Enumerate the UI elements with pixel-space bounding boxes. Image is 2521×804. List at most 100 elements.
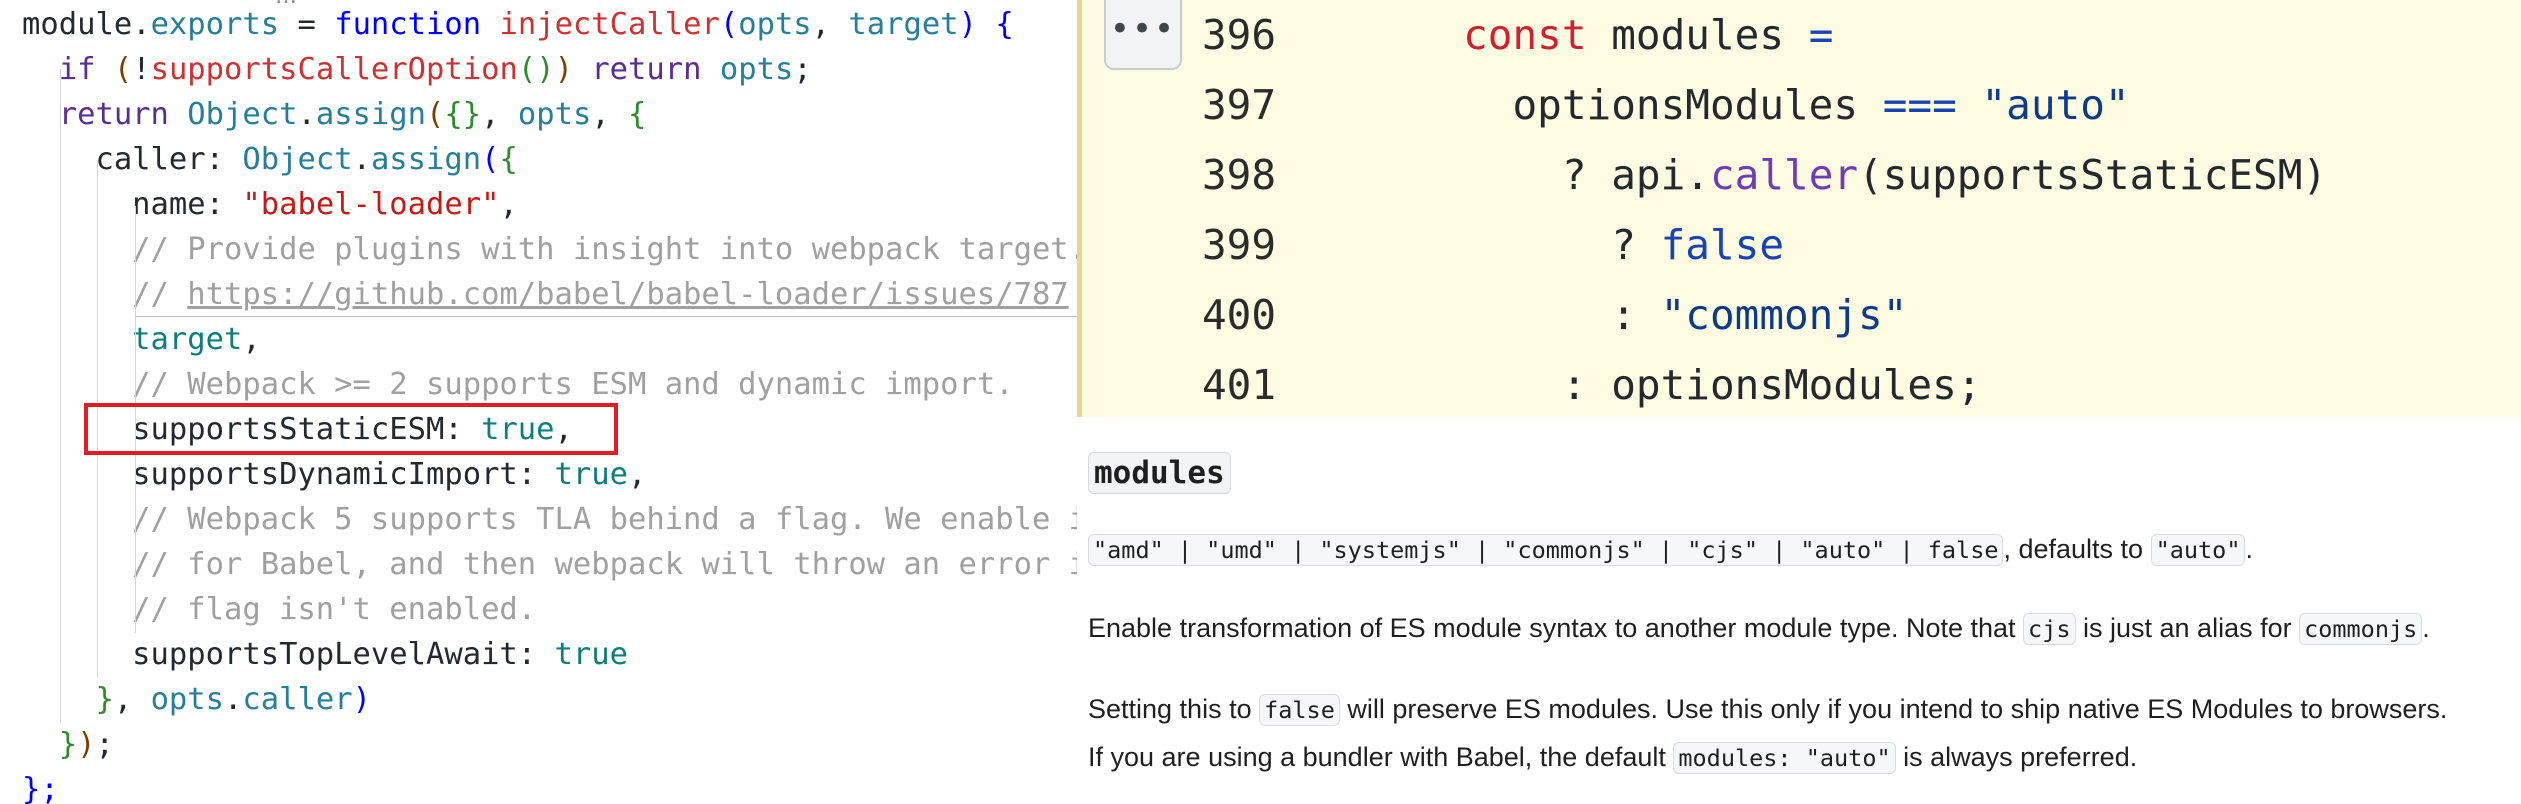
code-token: ? api. <box>1315 151 1710 199</box>
code-text: : "commonjs" <box>1315 280 1907 350</box>
code-token: ( <box>426 97 445 132</box>
code-token: ? <box>1315 221 1661 269</box>
indent-guide <box>60 69 61 723</box>
code-token: supportsCallerOption <box>150 52 518 87</box>
code-token: , <box>113 682 151 717</box>
code-token: , <box>499 187 518 222</box>
code-token: . <box>224 682 243 717</box>
code-token: : <box>517 457 555 492</box>
option-type-line: "amd" | "umd" | "systemjs" | "commonjs" … <box>1088 529 2253 569</box>
line-number: 396 <box>1202 11 1277 59</box>
code-token: if <box>22 52 114 87</box>
code-token: caller <box>1709 151 1859 199</box>
code-token: : optionsModules; <box>1315 361 1982 409</box>
code-token: // for Babel, and then webpack will thro… <box>22 547 1077 582</box>
code-text: optionsModules === "auto" <box>1315 70 2129 140</box>
code-token: { <box>628 97 647 132</box>
code-token: // Provide plugins with insight into web… <box>22 232 1077 267</box>
code-token: . <box>132 7 151 42</box>
code-line: // for Babel, and then webpack will thro… <box>22 543 1077 587</box>
para1-text: Enable transformation of ES module synta… <box>1088 613 2024 643</box>
code-token: . <box>297 97 316 132</box>
code-token: , <box>627 457 647 492</box>
code-line: target, <box>22 318 261 362</box>
code-token: = <box>279 7 335 42</box>
commonjs-code: commonjs <box>2299 613 2423 645</box>
option-heading: modules <box>1088 452 1231 494</box>
code-token: module <box>22 7 133 42</box>
code-token: modules <box>1586 11 1809 59</box>
para2-after: will preserve ES modules. Use this only … <box>1339 694 2448 724</box>
code-token: ; <box>95 727 114 762</box>
description-paragraph: Enable transformation of ES module synta… <box>1088 608 2430 648</box>
code-token: , <box>811 7 849 42</box>
code-token: : <box>205 187 243 222</box>
para2-text: Setting this to <box>1088 694 1260 724</box>
false-code: false <box>1259 694 1340 726</box>
code-line: supportsTopLevelAwait: true <box>22 633 628 677</box>
code-token: , <box>481 97 518 132</box>
documentation-panel: modules "amd" | "umd" | "systemjs" | "co… <box>1077 417 2521 804</box>
code-line: // flag isn't enabled. <box>22 588 536 632</box>
code-token: opts <box>150 682 225 717</box>
code-token: ; <box>793 52 812 87</box>
line-number: 400 <box>1202 291 1277 339</box>
code-token: opts <box>517 97 592 132</box>
code-token: caller <box>22 142 206 177</box>
code-token: opts <box>719 52 794 87</box>
para3-after: is always preferred. <box>1895 742 2138 772</box>
code-token: } <box>22 727 78 762</box>
para1-end: . <box>2422 613 2430 643</box>
code-excerpt-panel: ••• 396 const modules = 397 optionsModule… <box>1077 0 2521 417</box>
code-text: ? false <box>1315 210 1784 280</box>
line-number: 399 <box>1202 221 1277 269</box>
code-token: { <box>499 142 518 177</box>
code-token: name <box>22 187 206 222</box>
code-token: {} <box>444 97 482 132</box>
more-options-button[interactable]: ••• <box>1104 0 1182 70</box>
code-token: assign <box>315 97 427 132</box>
type-end: . <box>2245 534 2253 564</box>
code-token: // Webpack 5 supports TLA behind a flag.… <box>132 502 1077 537</box>
code-line: supportsDynamicImport: true, <box>22 453 646 497</box>
code-token: ) <box>554 52 573 87</box>
code-token: ) <box>77 727 96 762</box>
source-code-pane: … module.exports = function injectCaller… <box>0 0 1077 804</box>
type-code: "amd" | "umd" | "systemjs" | "commonjs" … <box>1088 534 2004 566</box>
code-text: const modules = <box>1315 0 1833 70</box>
code-line: }; <box>22 768 59 804</box>
code-token: ( <box>719 7 739 42</box>
code-token: const <box>1315 11 1587 59</box>
code-token: ( <box>481 142 500 177</box>
cjs-code: cjs <box>2023 613 2076 645</box>
code-line: // Provide plugins with insight into web… <box>22 228 1077 272</box>
code-token: caller <box>242 682 353 717</box>
code-token: https://github.com/babel/babel-loader/is… <box>187 277 1069 312</box>
false-paragraph: Setting this to false will preserve ES m… <box>1088 689 2447 729</box>
code-token: = <box>1808 11 1834 59</box>
code-text: ? api.caller(supportsStaticESM) <box>1315 140 2327 210</box>
line-number: 398 <box>1202 151 1277 199</box>
code-line: return Object.assign({}, opts, { <box>22 93 647 137</box>
code-token: : <box>517 637 555 672</box>
code-line: }); <box>22 723 114 767</box>
code-token: } <box>22 682 114 717</box>
code-token: , <box>591 97 629 132</box>
code-token: ( <box>113 52 133 87</box>
code-token: target <box>848 7 959 42</box>
code-token: function <box>334 7 482 42</box>
line-number: 401 <box>1202 361 1277 409</box>
code-token: ) <box>958 7 977 42</box>
code-token: true <box>554 457 628 492</box>
line-number: 397 <box>1202 81 1277 129</box>
code-token: target <box>22 322 243 357</box>
comment-underline <box>135 316 1077 317</box>
code-token: // Webpack >= 2 supports ESM and dynamic… <box>22 367 1014 402</box>
code-token: return <box>22 97 188 132</box>
code-line: // https://github.com/babel/babel-loader… <box>22 273 1069 317</box>
code-token: optionsModules <box>1315 81 1883 129</box>
code-token: // flag isn't enabled. <box>22 592 537 627</box>
